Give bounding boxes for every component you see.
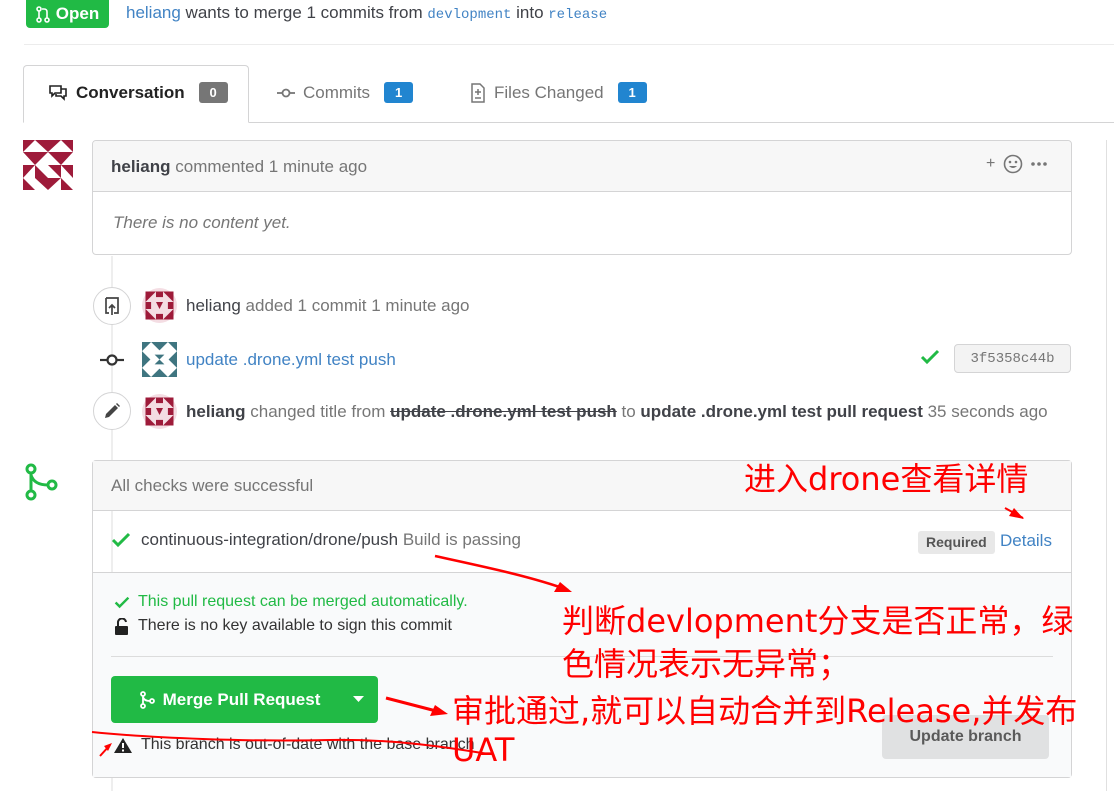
annotation-merge-note-1: 审批通过,就可以自动合并到Release,并发布 (452, 692, 1078, 730)
annotation-check-note-2: 色情况表示无异常； (562, 645, 851, 683)
annotation-check-note-1: 判断devlopment分支是否正常，绿 (562, 602, 1074, 640)
annotation-arrow-check (434, 554, 569, 592)
annotation-arrowhead-details (1009, 508, 1024, 519)
annotation-arrow-merge (385, 696, 441, 714)
annotation-underline (91, 731, 489, 755)
annotation-details-note: 进入drone查看详情 (744, 460, 1029, 498)
annotation-arrowhead-merge (430, 705, 448, 716)
annotation-merge-note-2: UAT (452, 731, 515, 769)
annotation-marks (91, 507, 1024, 757)
